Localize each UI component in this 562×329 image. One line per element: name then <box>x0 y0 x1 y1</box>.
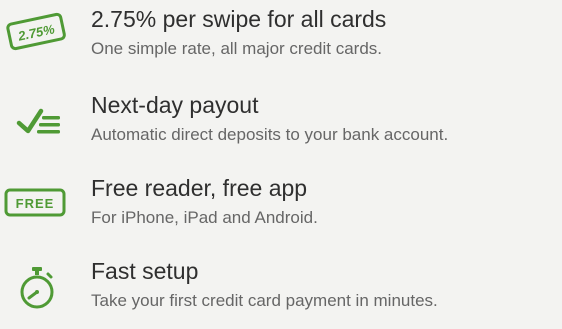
checklist-icon <box>0 91 82 163</box>
feature-title: 2.75% per swipe for all cards <box>91 6 387 32</box>
feature-title: Fast setup <box>91 258 199 284</box>
feature-payout: Next-day payout Automatic direct deposit… <box>0 91 562 163</box>
feature-title: Next-day payout <box>91 92 259 118</box>
feature-description: For iPhone, iPad and Android. <box>91 208 318 227</box>
feature-description: Automatic direct deposits to your bank a… <box>91 125 449 144</box>
svg-text:FREE: FREE <box>16 196 55 211</box>
stopwatch-icon <box>0 257 82 329</box>
feature-rate: 2.75% 2.75% per swipe for all cards One … <box>0 5 562 77</box>
free-tag-icon: FREE <box>0 174 82 246</box>
feature-description: Take your first credit card payment in m… <box>91 291 438 310</box>
feature-free: FREE Free reader, free app For iPhone, i… <box>0 174 562 246</box>
rate-tag-icon: 2.75% <box>0 5 82 77</box>
feature-title: Free reader, free app <box>91 175 308 201</box>
feature-description: One simple rate, all major credit cards. <box>91 39 382 58</box>
feature-setup: Fast setup Take your first credit card p… <box>0 257 562 329</box>
